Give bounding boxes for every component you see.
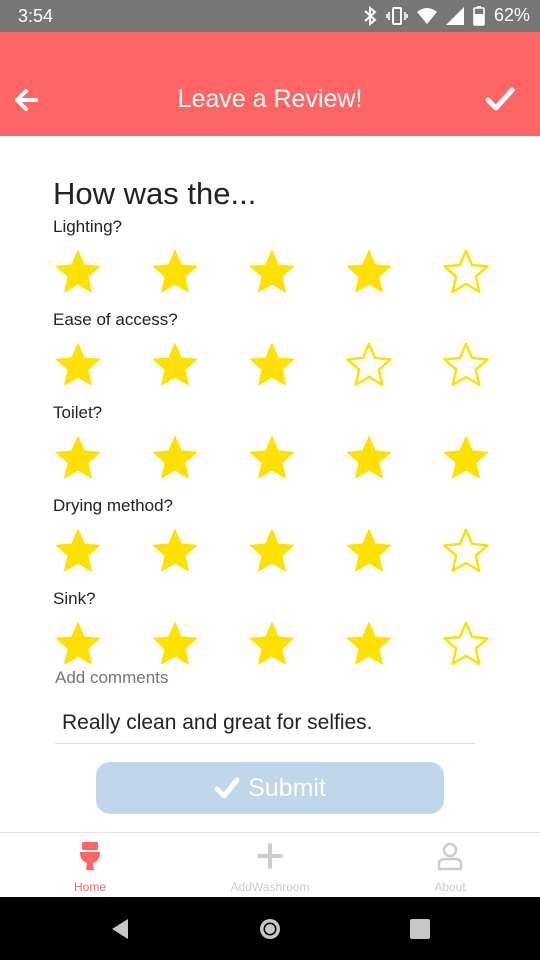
nav-recents-button[interactable]: [408, 917, 432, 941]
checkmark-icon: [214, 777, 240, 799]
tab-about[interactable]: About: [360, 833, 540, 898]
plus-icon: [257, 843, 283, 869]
confirm-button[interactable]: [485, 84, 515, 114]
page-title: Leave a Review!: [177, 85, 363, 113]
star-filled-icon[interactable]: [247, 526, 297, 574]
star-empty-icon[interactable]: [441, 526, 491, 574]
star-filled-icon[interactable]: [247, 433, 297, 481]
star-filled-icon[interactable]: [344, 433, 394, 481]
star-filled-icon[interactable]: [150, 247, 200, 295]
star-filled-icon[interactable]: [441, 433, 491, 481]
nav-home-button[interactable]: [258, 917, 282, 941]
category-label: Lighting?: [53, 217, 123, 236]
star-filled-icon[interactable]: [247, 247, 297, 295]
system-nav-bar: [0, 897, 540, 960]
rating-ease-of-access: Ease of access?: [53, 310, 503, 390]
battery-percent: 62%: [493, 5, 530, 25]
star-filled-icon[interactable]: [344, 619, 394, 667]
star-filled-icon[interactable]: [150, 340, 200, 388]
wifi-icon: [416, 7, 437, 24]
star-empty-icon[interactable]: [441, 340, 491, 388]
rating-drying-method: Drying method?: [53, 496, 503, 576]
star-rating: [53, 433, 503, 483]
triangle-back-icon: [112, 919, 128, 939]
vibrate-icon: [386, 6, 408, 25]
star-filled-icon[interactable]: [150, 526, 200, 574]
section-heading: How was the...: [53, 176, 257, 211]
star-filled-icon[interactable]: [344, 247, 394, 295]
star-filled-icon[interactable]: [247, 340, 297, 388]
square-recents-icon: [410, 919, 430, 939]
status-icons: 62%: [363, 5, 530, 26]
rating-sink: Sink?: [53, 589, 503, 669]
person-icon: [437, 842, 463, 871]
tab-add-washroom[interactable]: AddWashroom: [180, 833, 360, 898]
star-filled-icon[interactable]: [53, 340, 103, 388]
star-filled-icon[interactable]: [150, 619, 200, 667]
star-filled-icon[interactable]: [53, 247, 103, 295]
star-filled-icon[interactable]: [344, 526, 394, 574]
star-rating: [53, 619, 503, 669]
status-bar: 3:54 62%: [0, 0, 540, 32]
submit-button[interactable]: Submit: [96, 762, 444, 814]
star-empty-icon[interactable]: [441, 247, 491, 295]
category-label: Ease of access?: [53, 310, 178, 329]
rating-lighting: Lighting?: [53, 217, 503, 297]
submit-label: Submit: [248, 773, 326, 802]
star-filled-icon[interactable]: [53, 619, 103, 667]
comments-label: Add comments: [55, 668, 169, 687]
star-empty-icon[interactable]: [344, 340, 394, 388]
star-rating: [53, 340, 503, 390]
star-filled-icon[interactable]: [150, 433, 200, 481]
category-label: Drying method?: [53, 496, 174, 515]
battery-icon: [473, 5, 485, 26]
bottom-tab-bar: Home AddWashroom About: [0, 832, 540, 897]
star-empty-icon[interactable]: [441, 619, 491, 667]
status-time: 3:54: [18, 6, 54, 26]
star-rating: [53, 247, 503, 297]
star-filled-icon[interactable]: [53, 526, 103, 574]
category-label: Sink?: [53, 589, 96, 608]
bluetooth-icon: [364, 5, 377, 26]
star-filled-icon[interactable]: [247, 619, 297, 667]
tab-home[interactable]: Home: [0, 833, 180, 898]
app-header: Leave a Review!: [0, 32, 540, 136]
toilet-icon: [80, 842, 100, 870]
category-label: Toilet?: [53, 403, 103, 422]
star-rating: [53, 526, 503, 576]
star-filled-icon[interactable]: [53, 433, 103, 481]
comments-input[interactable]: [55, 702, 475, 744]
tab-label: AddWashroom: [230, 880, 310, 894]
tab-label: Home: [73, 880, 106, 894]
checkmark-icon: [485, 87, 515, 111]
tab-label: About: [434, 880, 466, 894]
rating-toilet: Toilet?: [53, 403, 503, 483]
circle-home-icon: [260, 919, 280, 939]
review-form: How was the...: [53, 176, 503, 212]
nav-back-button[interactable]: [108, 917, 132, 941]
signal-icon: [445, 6, 464, 25]
